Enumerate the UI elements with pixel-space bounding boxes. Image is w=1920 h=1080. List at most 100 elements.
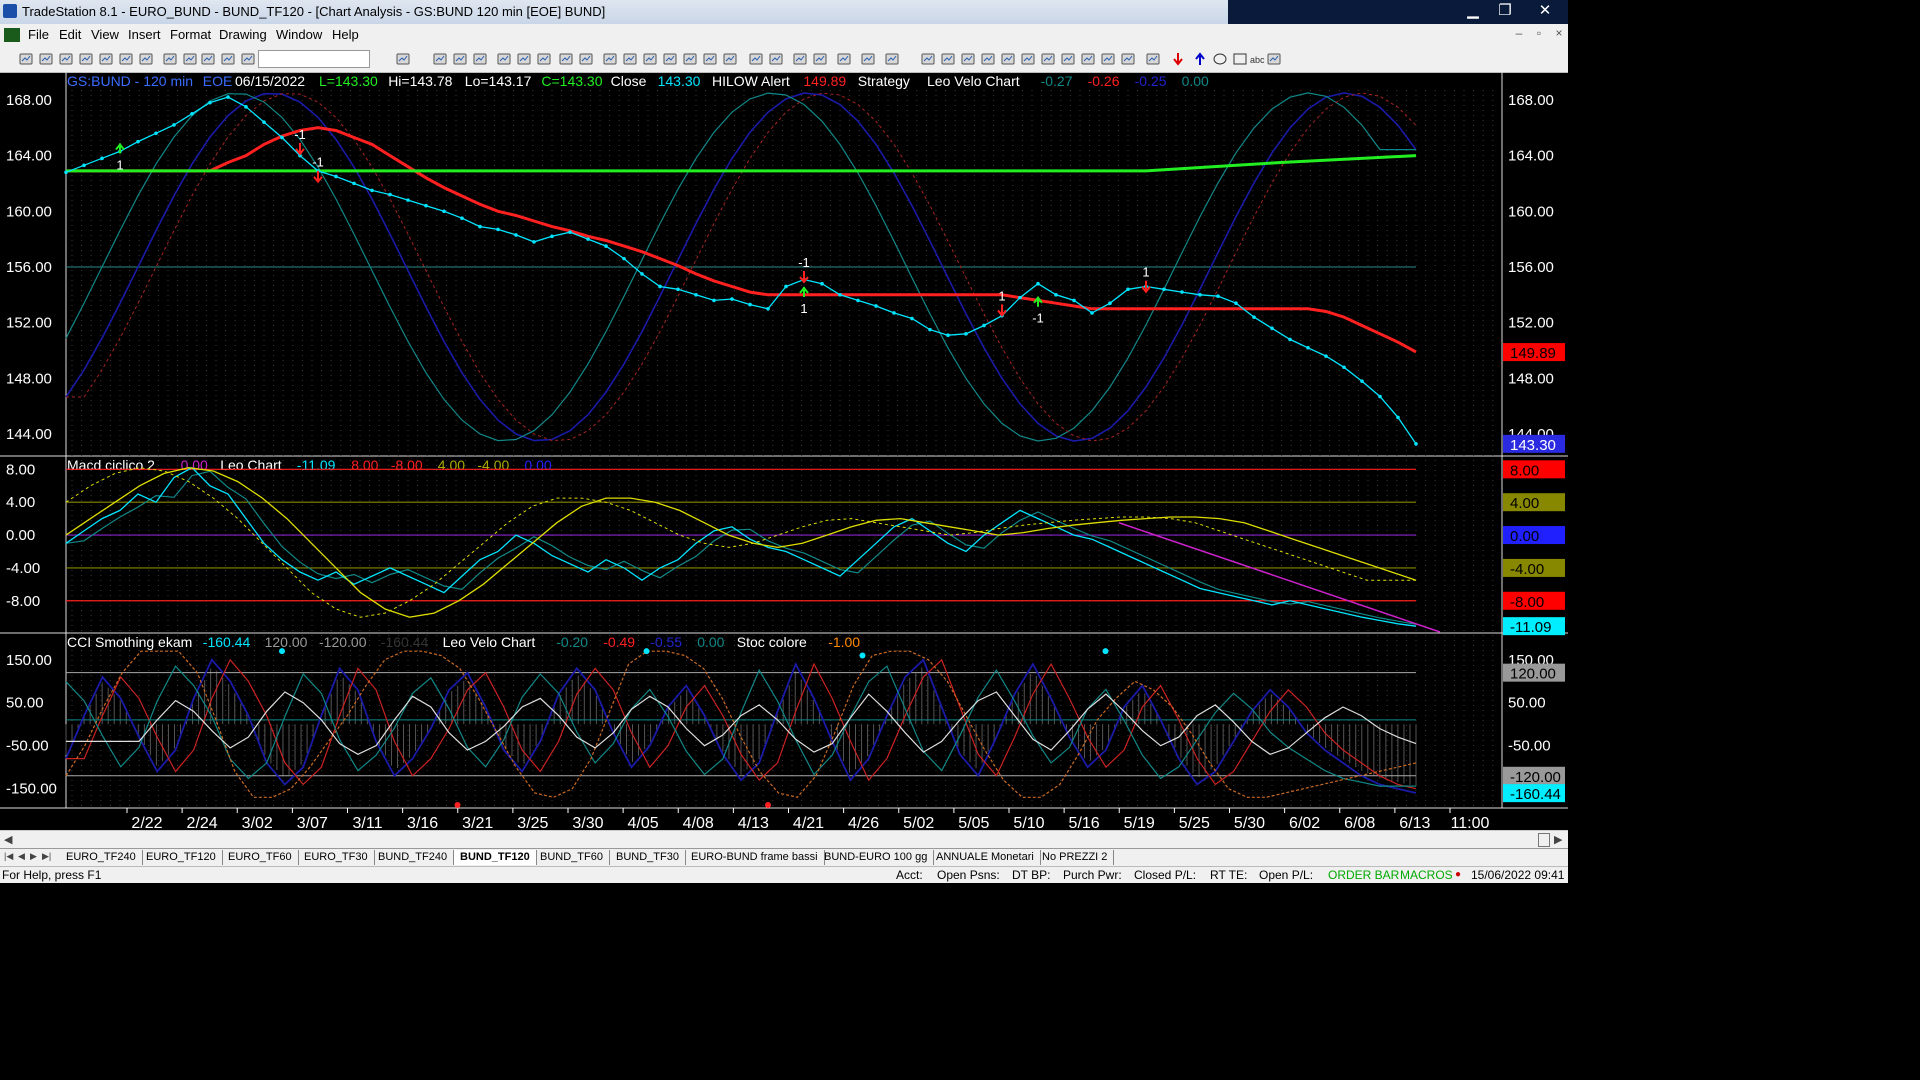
- speed-icon[interactable]: [1100, 51, 1116, 67]
- scroll-thumb[interactable]: [1538, 833, 1550, 847]
- data-icon[interactable]: [558, 51, 574, 67]
- hl-icon[interactable]: [536, 51, 552, 67]
- tab-bund-tf240[interactable]: BUND_TF240: [372, 850, 455, 865]
- bars-icon[interactable]: [516, 51, 532, 67]
- chart-canvas[interactable]: 168.00 168.00 164.00 164.00 160.00 160.00 156.…: [0, 72, 1568, 830]
- tab-bund-tf60[interactable]: BUND_TF60: [534, 850, 610, 865]
- mdi-minimize-icon[interactable]: –: [1510, 26, 1528, 42]
- menu-file[interactable]: File: [28, 27, 49, 42]
- x-tick-label: 6/13: [1399, 815, 1430, 830]
- menu-insert[interactable]: Insert: [128, 27, 161, 42]
- fib-icon[interactable]: [980, 51, 996, 67]
- zoomout-icon[interactable]: [768, 51, 784, 67]
- tab-no-prezzi-2[interactable]: No PREZZI 2: [1036, 850, 1115, 865]
- status-order-bar[interactable]: ORDER BAR: [1328, 868, 1399, 882]
- open-icon[interactable]: [38, 51, 54, 67]
- menu-drawing[interactable]: Drawing: [219, 27, 267, 42]
- close-price-point: [622, 256, 626, 261]
- downarrow-icon[interactable]: [1170, 51, 1186, 67]
- tab-bund-tf120[interactable]: BUND_TF120: [454, 850, 537, 865]
- chart-doc-icon[interactable]: [4, 28, 20, 42]
- refresh-icon[interactable]: [578, 51, 594, 67]
- tab-euro-tf30[interactable]: EURO_TF30: [298, 850, 375, 865]
- close-price-point: [1342, 365, 1346, 370]
- close-price-point: [1036, 281, 1040, 286]
- uparrow-icon[interactable]: [1192, 51, 1208, 67]
- ind-icon[interactable]: [602, 51, 618, 67]
- tab-last-icon[interactable]: ▶|: [42, 851, 51, 862]
- tab-first-icon[interactable]: |◀: [4, 851, 13, 862]
- find-icon[interactable]: [395, 51, 411, 67]
- mag-icon[interactable]: [836, 51, 852, 67]
- tab-euro-tf60[interactable]: EURO_TF60: [222, 850, 299, 865]
- close-price-point: [208, 100, 212, 105]
- mdi-close-icon[interactable]: ×: [1550, 26, 1568, 42]
- status-macros[interactable]: MACROS: [1400, 868, 1453, 882]
- scroll-right-icon[interactable]: ▶: [1554, 833, 1562, 846]
- menu-view[interactable]: View: [91, 27, 119, 42]
- close-price-point: [1180, 290, 1184, 294]
- x-tick-label: 5/05: [958, 815, 989, 830]
- trendline-icon[interactable]: [920, 51, 936, 67]
- color-icon[interactable]: [642, 51, 658, 67]
- lock-icon[interactable]: [200, 51, 216, 67]
- x-tick-label: 4/21: [793, 815, 824, 830]
- line-icon[interactable]: [722, 51, 738, 67]
- vlines-icon[interactable]: [960, 51, 976, 67]
- tab-euro-bund-frame-bassi[interactable]: EURO-BUND frame bassi: [685, 850, 825, 865]
- tool-icon[interactable]: [1266, 51, 1282, 67]
- tab-next-icon[interactable]: ▶: [30, 851, 37, 862]
- curve-icon[interactable]: [1145, 51, 1161, 67]
- scroll-left-icon[interactable]: ◀: [4, 833, 12, 846]
- mdi-restore-icon[interactable]: ▫: [1530, 26, 1548, 42]
- hlines-icon[interactable]: [940, 51, 956, 67]
- tab-annuale-monetari[interactable]: ANNUALE Monetari: [930, 850, 1041, 865]
- pointer-icon[interactable]: [792, 51, 808, 67]
- symbol-combo[interactable]: [258, 50, 370, 68]
- grid-icon[interactable]: [432, 51, 448, 67]
- minimize-button[interactable]: ▁: [1456, 0, 1490, 22]
- format-icon[interactable]: [452, 51, 468, 67]
- zoom-icon[interactable]: [496, 51, 512, 67]
- strat-icon[interactable]: [622, 51, 638, 67]
- undo-icon[interactable]: [162, 51, 178, 67]
- restore-button[interactable]: ❐: [1488, 0, 1522, 22]
- arrow-icon[interactable]: [1040, 51, 1056, 67]
- tab-bund-tf30[interactable]: BUND_TF30: [610, 850, 686, 865]
- close-button[interactable]: ✕: [1528, 0, 1562, 22]
- arc-icon[interactable]: [1080, 51, 1096, 67]
- ellipse-icon[interactable]: [1212, 51, 1228, 67]
- cross-icon[interactable]: [812, 51, 828, 67]
- pitch-icon[interactable]: [1060, 51, 1076, 67]
- rect-icon[interactable]: [1232, 51, 1248, 67]
- menu-help[interactable]: Help: [332, 27, 359, 42]
- save-icon[interactable]: [58, 51, 74, 67]
- print-icon[interactable]: [138, 51, 154, 67]
- bars2-icon[interactable]: [662, 51, 678, 67]
- copy-icon[interactable]: [78, 51, 94, 67]
- menu-window[interactable]: Window: [276, 27, 322, 42]
- channel-icon[interactable]: [1000, 51, 1016, 67]
- order-icon[interactable]: [860, 51, 876, 67]
- cand-icon[interactable]: [682, 51, 698, 67]
- gann-icon[interactable]: [1020, 51, 1036, 67]
- tpl-icon[interactable]: [472, 51, 488, 67]
- menu-edit[interactable]: Edit: [59, 27, 81, 42]
- vol-icon[interactable]: [702, 51, 718, 67]
- cut-icon[interactable]: [118, 51, 134, 67]
- menu-format[interactable]: Format: [170, 27, 211, 42]
- new-icon[interactable]: [18, 51, 34, 67]
- text-icon[interactable]: abc: [1250, 51, 1266, 67]
- paste-icon[interactable]: [98, 51, 114, 67]
- tab-euro-tf120[interactable]: EURO_TF120: [140, 850, 223, 865]
- tab-prev-icon[interactable]: ◀: [18, 851, 25, 862]
- tool-icon[interactable]: [240, 51, 256, 67]
- pan-icon[interactable]: [884, 51, 900, 67]
- tab-bund-euro-100-gg[interactable]: BUND-EURO 100 gg: [818, 850, 935, 865]
- zoomin-icon[interactable]: [748, 51, 764, 67]
- link-icon[interactable]: [220, 51, 236, 67]
- pen-icon[interactable]: [1120, 51, 1136, 67]
- tab-euro-tf240[interactable]: EURO_TF240: [60, 850, 143, 865]
- horizontal-scrollbar[interactable]: ◀ ▶: [0, 830, 1568, 849]
- redo-icon[interactable]: [182, 51, 198, 67]
